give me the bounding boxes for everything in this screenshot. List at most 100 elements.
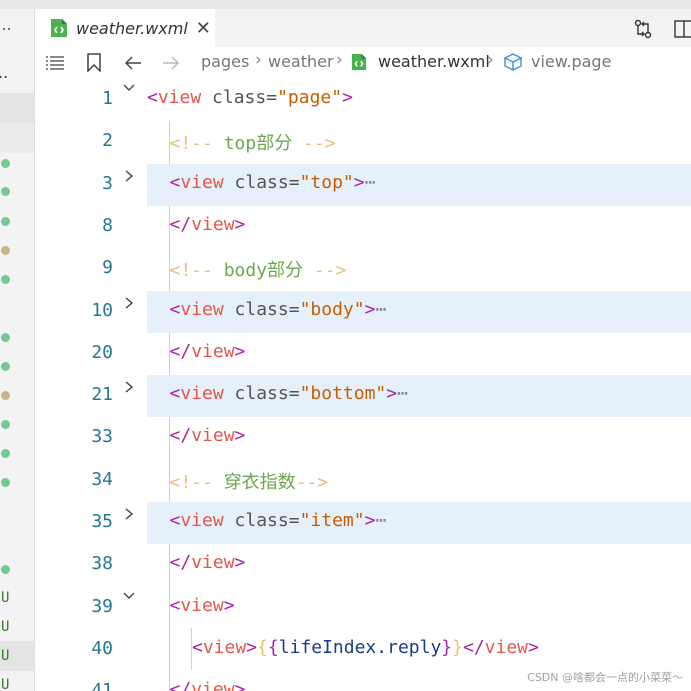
code-text: <view class="bottom">⋯	[170, 383, 408, 404]
code-token: lifeIndex.reply	[278, 636, 442, 658]
line-number: 38	[91, 553, 113, 575]
sidebar-truncated-label: ..	[0, 63, 9, 82]
code-editor[interactable]: 1 <view class="page"> 2 <!-- top部分 --> 3 <vie…	[35, 79, 691, 691]
code-token: <	[169, 383, 181, 405]
code-token: >	[364, 298, 376, 320]
tab-weather-wxml[interactable]: weather.wxml ✕	[35, 9, 215, 47]
code-token: </	[169, 679, 192, 691]
close-icon[interactable]: ✕	[196, 18, 211, 39]
code-line[interactable]: 34 <!-- 穿衣指数-->	[35, 460, 691, 502]
code-token: "item"	[299, 510, 365, 531]
code-text: <view class="body">⋯	[170, 299, 387, 320]
code-token: >	[234, 213, 246, 235]
code-text: </view>	[170, 341, 246, 362]
code-token: </	[169, 425, 192, 447]
status-dot-icon	[1, 159, 10, 168]
code-line[interactable]: 21 <view class="bottom">⋯	[35, 375, 691, 418]
code-text: <view class="item">⋯	[170, 510, 387, 531]
code-token: top部分	[223, 133, 293, 155]
code-token: >	[234, 552, 246, 574]
code-line[interactable]: 40 <view>{{lifeIndex.reply}}</view>	[35, 629, 691, 671]
fold-chevron-right-icon[interactable]	[123, 381, 135, 395]
code-text: </view>	[170, 679, 246, 691]
line-number: 3	[102, 172, 113, 194]
code-line[interactable]: 2 <!-- top部分 -->	[35, 121, 691, 163]
code-token: body部分	[223, 260, 304, 282]
breadcrumb-item-weather[interactable]: weather	[268, 52, 334, 71]
line-number: 9	[102, 257, 113, 279]
code-token: <	[169, 510, 181, 531]
code-token: view	[191, 213, 235, 235]
line-number: 21	[91, 384, 113, 406]
explorer-sidebar: ⋯ .. U U U U	[0, 9, 34, 691]
cube-symbol-icon	[503, 53, 523, 71]
code-token: </	[169, 213, 192, 235]
fold-chevron-down-icon[interactable]	[123, 589, 135, 603]
code-line[interactable]: 39 <view>	[35, 587, 691, 629]
code-text: </view>	[170, 552, 246, 573]
breadcrumb-separator: ›	[255, 50, 262, 70]
line-number: 34	[91, 468, 113, 490]
sidebar-band	[0, 93, 34, 123]
code-token: view	[191, 552, 235, 574]
code-line[interactable]: 38 </view>	[35, 544, 691, 586]
bookmark-icon[interactable]	[87, 53, 101, 72]
fold-chevron-right-icon[interactable]	[123, 296, 135, 311]
code-token: <	[192, 636, 203, 658]
code-token: view	[484, 636, 529, 658]
docker-icon[interactable]: ⋯	[0, 19, 12, 38]
code-line[interactable]: 9 <!-- body部分 -->	[35, 248, 691, 290]
code-line[interactable]: 20 </view>	[35, 333, 691, 375]
code-token: view	[180, 298, 224, 320]
code-text: <!-- top部分 -->	[170, 129, 336, 155]
status-dot-icon	[1, 217, 10, 226]
status-dot-icon	[1, 246, 10, 255]
code-line[interactable]: 10 <view class="body">⋯	[35, 290, 691, 333]
code-token: view	[191, 679, 235, 691]
breadcrumb-item-symbol[interactable]: view.page	[531, 52, 611, 71]
code-token: ⋯	[364, 171, 376, 193]
csdn-watermark: CSDN @啥都会一点的小菜菜～	[527, 669, 683, 685]
fold-chevron-right-icon[interactable]	[123, 508, 135, 522]
code-token: </	[462, 636, 485, 658]
untracked-badge: U	[1, 619, 10, 635]
fold-chevron-down-icon[interactable]	[123, 81, 135, 95]
breadcrumb-item-pages[interactable]: pages	[201, 52, 249, 71]
compare-changes-icon[interactable]	[632, 18, 654, 40]
code-token: class=	[223, 510, 300, 531]
code-token: "page"	[277, 87, 343, 108]
status-dot-icon	[1, 391, 10, 400]
code-token: class=	[223, 383, 300, 405]
code-line[interactable]: 1 <view class="page">	[35, 79, 691, 121]
code-token: >	[234, 425, 246, 447]
forward-arrow-icon[interactable]	[162, 55, 180, 71]
code-line[interactable]: 33 </view>	[35, 417, 691, 459]
untracked-badge: U	[1, 677, 10, 691]
code-token: "bottom"	[299, 383, 387, 405]
code-token: <	[169, 171, 181, 193]
code-token: view	[180, 383, 224, 405]
code-token: >	[386, 383, 398, 405]
code-token: <	[169, 298, 181, 320]
code-text: <view class="top">⋯	[170, 172, 376, 193]
list-icon[interactable]	[45, 55, 65, 71]
breadcrumb-item-file[interactable]: weather.wxml	[378, 52, 490, 71]
line-number: 39	[91, 595, 113, 617]
code-line[interactable]: 35 <view class="item">⋯	[35, 502, 691, 544]
untracked-badge: U	[1, 590, 10, 606]
split-editor-icon[interactable]	[673, 18, 691, 40]
back-arrow-icon[interactable]	[124, 55, 142, 71]
code-token: {	[267, 636, 279, 658]
code-token: view	[202, 636, 247, 658]
code-token: >	[246, 636, 258, 658]
tab-bar: weather.wxml ✕	[35, 9, 691, 47]
code-line[interactable]: 8 </view>	[35, 206, 691, 248]
code-line[interactable]: 3 <view class="top">⋯	[35, 163, 691, 206]
fold-chevron-right-icon[interactable]	[123, 170, 135, 184]
window-top-strip	[0, 0, 691, 9]
line-number: 20	[91, 341, 113, 363]
code-text: <!-- 穿衣指数-->	[170, 468, 329, 494]
code-token: ⋯	[375, 510, 387, 531]
code-token: }	[441, 636, 453, 658]
line-number: 10	[91, 299, 113, 321]
